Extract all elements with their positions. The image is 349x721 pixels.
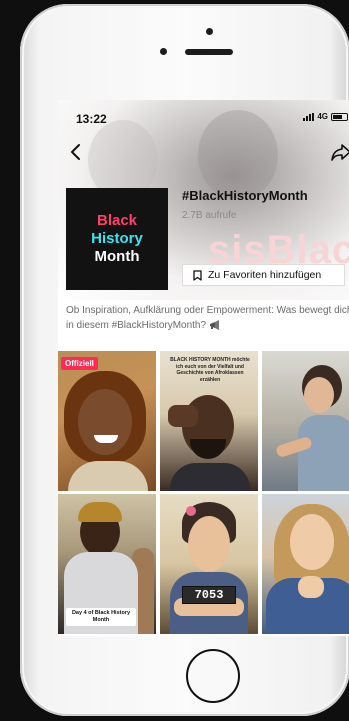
video-overlay-label: Day 4 of Black History Month	[66, 608, 136, 626]
cover-line-month: Month	[94, 248, 140, 265]
network-label: 4G	[317, 112, 328, 121]
home-button[interactable]	[186, 649, 240, 703]
phone-frame: sisBlack 13:22 4G Black History Month #B…	[20, 4, 349, 716]
video-caption: BLACK HISTORY MONTH möchte ich euch von …	[170, 357, 250, 383]
official-badge: Offiziell	[61, 357, 98, 370]
hashtag-title: #BlackHistoryMonth	[182, 188, 308, 203]
hashtag-cover-image: Black History Month	[66, 188, 168, 290]
add-to-favorites-button[interactable]: Zu Favoriten hinzufügen	[182, 264, 345, 286]
add-to-favorites-label: Zu Favoriten hinzufügen	[208, 269, 322, 281]
video-thumbnail[interactable]: BLACK HISTORY MONTH möchte ich euch von …	[160, 351, 258, 491]
earpiece-speaker	[185, 49, 233, 55]
video-thumbnail[interactable]	[262, 494, 349, 634]
proximity-sensor	[206, 28, 213, 35]
front-camera	[160, 48, 167, 55]
cover-line-black: Black	[96, 212, 138, 229]
video-grid: Offiziell BLACK HISTORY MONTH möchte ich…	[58, 351, 349, 636]
status-time: 13:22	[76, 112, 107, 126]
hashtag-description: Ob Inspiration, Aufklärung oder Empowerm…	[66, 303, 349, 333]
description-text: Ob Inspiration, Aufklärung oder Empowerm…	[66, 305, 349, 331]
bookmark-icon	[193, 269, 202, 281]
video-thumbnail[interactable]: Day 4 of Black History Month	[58, 494, 156, 634]
view-count: 2.7B aufrufe	[182, 210, 237, 221]
video-thumbnail[interactable]: Offiziell	[58, 351, 156, 491]
status-indicators: 4G	[303, 112, 348, 121]
share-icon[interactable]	[330, 142, 349, 162]
number-plate: 7053	[182, 586, 236, 604]
video-thumbnail[interactable]: 7053	[160, 494, 258, 634]
cover-line-history: History	[91, 230, 143, 247]
video-thumbnail[interactable]	[262, 351, 349, 491]
signal-icon	[303, 112, 315, 121]
back-arrow-icon[interactable]	[66, 142, 86, 162]
app-screen: sisBlack 13:22 4G Black History Month #B…	[58, 100, 349, 636]
battery-icon	[331, 112, 348, 121]
megaphone-icon	[209, 320, 219, 331]
